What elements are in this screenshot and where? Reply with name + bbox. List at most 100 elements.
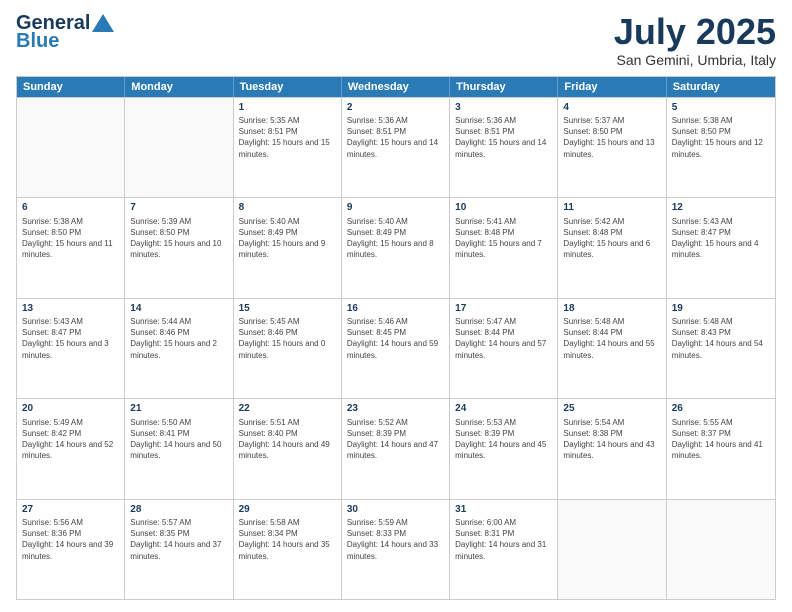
header: General Blue July 2025 San Gemini, Umbri… bbox=[16, 12, 776, 68]
cell-info: Sunrise: 5:51 AM Sunset: 8:40 PM Dayligh… bbox=[239, 417, 336, 462]
day-number: 10 bbox=[455, 201, 552, 215]
calendar-cell: 25Sunrise: 5:54 AM Sunset: 8:38 PM Dayli… bbox=[558, 399, 666, 498]
day-header-saturday: Saturday bbox=[667, 77, 775, 97]
calendar-cell: 24Sunrise: 5:53 AM Sunset: 8:39 PM Dayli… bbox=[450, 399, 558, 498]
day-number: 1 bbox=[239, 101, 336, 115]
title-section: July 2025 San Gemini, Umbria, Italy bbox=[614, 12, 776, 68]
cell-info: Sunrise: 5:38 AM Sunset: 8:50 PM Dayligh… bbox=[672, 115, 770, 160]
cell-info: Sunrise: 5:53 AM Sunset: 8:39 PM Dayligh… bbox=[455, 417, 552, 462]
calendar-cell: 12Sunrise: 5:43 AM Sunset: 8:47 PM Dayli… bbox=[667, 198, 775, 297]
calendar-cell: 17Sunrise: 5:47 AM Sunset: 8:44 PM Dayli… bbox=[450, 299, 558, 398]
calendar-cell: 21Sunrise: 5:50 AM Sunset: 8:41 PM Dayli… bbox=[125, 399, 233, 498]
calendar-cell bbox=[17, 98, 125, 197]
cell-info: Sunrise: 5:54 AM Sunset: 8:38 PM Dayligh… bbox=[563, 417, 660, 462]
calendar-cell: 19Sunrise: 5:48 AM Sunset: 8:43 PM Dayli… bbox=[667, 299, 775, 398]
cell-info: Sunrise: 6:00 AM Sunset: 8:31 PM Dayligh… bbox=[455, 517, 552, 562]
calendar-cell: 28Sunrise: 5:57 AM Sunset: 8:35 PM Dayli… bbox=[125, 500, 233, 599]
calendar-cell bbox=[558, 500, 666, 599]
day-number: 5 bbox=[672, 101, 770, 115]
day-number: 27 bbox=[22, 503, 119, 517]
day-number: 31 bbox=[455, 503, 552, 517]
day-number: 19 bbox=[672, 302, 770, 316]
cell-info: Sunrise: 5:43 AM Sunset: 8:47 PM Dayligh… bbox=[22, 316, 119, 361]
cell-info: Sunrise: 5:38 AM Sunset: 8:50 PM Dayligh… bbox=[22, 216, 119, 261]
cell-info: Sunrise: 5:55 AM Sunset: 8:37 PM Dayligh… bbox=[672, 417, 770, 462]
cell-info: Sunrise: 5:43 AM Sunset: 8:47 PM Dayligh… bbox=[672, 216, 770, 261]
day-number: 21 bbox=[130, 402, 227, 416]
day-number: 23 bbox=[347, 402, 444, 416]
cell-info: Sunrise: 5:37 AM Sunset: 8:50 PM Dayligh… bbox=[563, 115, 660, 160]
day-number: 3 bbox=[455, 101, 552, 115]
cell-info: Sunrise: 5:59 AM Sunset: 8:33 PM Dayligh… bbox=[347, 517, 444, 562]
calendar-cell: 13Sunrise: 5:43 AM Sunset: 8:47 PM Dayli… bbox=[17, 299, 125, 398]
day-number: 8 bbox=[239, 201, 336, 215]
cell-info: Sunrise: 5:41 AM Sunset: 8:48 PM Dayligh… bbox=[455, 216, 552, 261]
day-header-monday: Monday bbox=[125, 77, 233, 97]
day-number: 9 bbox=[347, 201, 444, 215]
cell-info: Sunrise: 5:44 AM Sunset: 8:46 PM Dayligh… bbox=[130, 316, 227, 361]
cell-info: Sunrise: 5:40 AM Sunset: 8:49 PM Dayligh… bbox=[239, 216, 336, 261]
logo: General Blue bbox=[16, 12, 114, 52]
cell-info: Sunrise: 5:56 AM Sunset: 8:36 PM Dayligh… bbox=[22, 517, 119, 562]
day-number: 4 bbox=[563, 101, 660, 115]
calendar-cell: 27Sunrise: 5:56 AM Sunset: 8:36 PM Dayli… bbox=[17, 500, 125, 599]
calendar-cell: 26Sunrise: 5:55 AM Sunset: 8:37 PM Dayli… bbox=[667, 399, 775, 498]
calendar-cell: 14Sunrise: 5:44 AM Sunset: 8:46 PM Dayli… bbox=[125, 299, 233, 398]
day-number: 13 bbox=[22, 302, 119, 316]
cell-info: Sunrise: 5:48 AM Sunset: 8:43 PM Dayligh… bbox=[672, 316, 770, 361]
day-number: 11 bbox=[563, 201, 660, 215]
calendar-cell: 8Sunrise: 5:40 AM Sunset: 8:49 PM Daylig… bbox=[234, 198, 342, 297]
cell-info: Sunrise: 5:35 AM Sunset: 8:51 PM Dayligh… bbox=[239, 115, 336, 160]
cell-info: Sunrise: 5:36 AM Sunset: 8:51 PM Dayligh… bbox=[347, 115, 444, 160]
calendar-cell: 15Sunrise: 5:45 AM Sunset: 8:46 PM Dayli… bbox=[234, 299, 342, 398]
day-number: 15 bbox=[239, 302, 336, 316]
day-header-friday: Friday bbox=[558, 77, 666, 97]
day-number: 28 bbox=[130, 503, 227, 517]
cell-info: Sunrise: 5:48 AM Sunset: 8:44 PM Dayligh… bbox=[563, 316, 660, 361]
calendar-week-4: 20Sunrise: 5:49 AM Sunset: 8:42 PM Dayli… bbox=[17, 398, 775, 498]
day-number: 7 bbox=[130, 201, 227, 215]
logo-text-blue: Blue bbox=[16, 30, 59, 52]
day-number: 26 bbox=[672, 402, 770, 416]
cell-info: Sunrise: 5:45 AM Sunset: 8:46 PM Dayligh… bbox=[239, 316, 336, 361]
cell-info: Sunrise: 5:40 AM Sunset: 8:49 PM Dayligh… bbox=[347, 216, 444, 261]
day-number: 30 bbox=[347, 503, 444, 517]
calendar-cell: 22Sunrise: 5:51 AM Sunset: 8:40 PM Dayli… bbox=[234, 399, 342, 498]
calendar-cell: 7Sunrise: 5:39 AM Sunset: 8:50 PM Daylig… bbox=[125, 198, 233, 297]
calendar-cell: 18Sunrise: 5:48 AM Sunset: 8:44 PM Dayli… bbox=[558, 299, 666, 398]
day-number: 20 bbox=[22, 402, 119, 416]
calendar-week-1: 1Sunrise: 5:35 AM Sunset: 8:51 PM Daylig… bbox=[17, 97, 775, 197]
calendar-cell: 20Sunrise: 5:49 AM Sunset: 8:42 PM Dayli… bbox=[17, 399, 125, 498]
cell-info: Sunrise: 5:50 AM Sunset: 8:41 PM Dayligh… bbox=[130, 417, 227, 462]
calendar-header: SundayMondayTuesdayWednesdayThursdayFrid… bbox=[17, 77, 775, 97]
calendar-cell: 30Sunrise: 5:59 AM Sunset: 8:33 PM Dayli… bbox=[342, 500, 450, 599]
calendar-cell: 3Sunrise: 5:36 AM Sunset: 8:51 PM Daylig… bbox=[450, 98, 558, 197]
calendar-cell: 29Sunrise: 5:58 AM Sunset: 8:34 PM Dayli… bbox=[234, 500, 342, 599]
calendar-week-2: 6Sunrise: 5:38 AM Sunset: 8:50 PM Daylig… bbox=[17, 197, 775, 297]
calendar-cell: 5Sunrise: 5:38 AM Sunset: 8:50 PM Daylig… bbox=[667, 98, 775, 197]
day-header-thursday: Thursday bbox=[450, 77, 558, 97]
calendar-week-5: 27Sunrise: 5:56 AM Sunset: 8:36 PM Dayli… bbox=[17, 499, 775, 599]
day-number: 17 bbox=[455, 302, 552, 316]
month-title: July 2025 bbox=[614, 12, 776, 52]
day-number: 24 bbox=[455, 402, 552, 416]
location: San Gemini, Umbria, Italy bbox=[614, 52, 776, 68]
day-number: 12 bbox=[672, 201, 770, 215]
calendar-cell: 2Sunrise: 5:36 AM Sunset: 8:51 PM Daylig… bbox=[342, 98, 450, 197]
calendar-cell: 16Sunrise: 5:46 AM Sunset: 8:45 PM Dayli… bbox=[342, 299, 450, 398]
calendar-cell: 31Sunrise: 6:00 AM Sunset: 8:31 PM Dayli… bbox=[450, 500, 558, 599]
calendar-cell: 9Sunrise: 5:40 AM Sunset: 8:49 PM Daylig… bbox=[342, 198, 450, 297]
calendar-cell: 11Sunrise: 5:42 AM Sunset: 8:48 PM Dayli… bbox=[558, 198, 666, 297]
calendar-cell: 23Sunrise: 5:52 AM Sunset: 8:39 PM Dayli… bbox=[342, 399, 450, 498]
calendar-cell bbox=[667, 500, 775, 599]
day-number: 22 bbox=[239, 402, 336, 416]
cell-info: Sunrise: 5:57 AM Sunset: 8:35 PM Dayligh… bbox=[130, 517, 227, 562]
cell-info: Sunrise: 5:47 AM Sunset: 8:44 PM Dayligh… bbox=[455, 316, 552, 361]
logo-triangle-icon bbox=[92, 14, 114, 32]
cell-info: Sunrise: 5:46 AM Sunset: 8:45 PM Dayligh… bbox=[347, 316, 444, 361]
calendar-body: 1Sunrise: 5:35 AM Sunset: 8:51 PM Daylig… bbox=[17, 97, 775, 599]
calendar-cell: 1Sunrise: 5:35 AM Sunset: 8:51 PM Daylig… bbox=[234, 98, 342, 197]
day-number: 16 bbox=[347, 302, 444, 316]
cell-info: Sunrise: 5:49 AM Sunset: 8:42 PM Dayligh… bbox=[22, 417, 119, 462]
day-header-wednesday: Wednesday bbox=[342, 77, 450, 97]
